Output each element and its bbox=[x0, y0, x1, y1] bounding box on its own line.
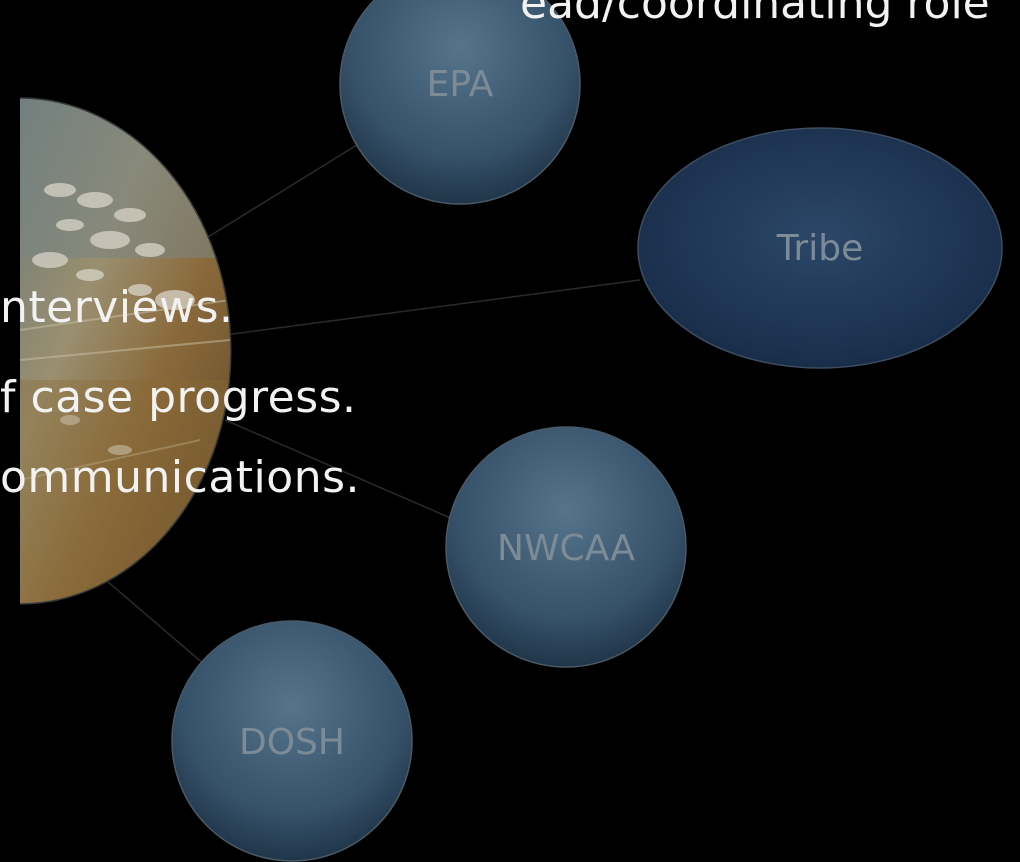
relationship-diagram bbox=[19, 0, 1003, 862]
node-label-tribe: Tribe bbox=[776, 228, 864, 269]
bullet-line-3: ommunications. bbox=[0, 452, 360, 503]
node-label-dosh: DOSH bbox=[239, 722, 345, 763]
node-label-epa: EPA bbox=[426, 64, 494, 105]
bullet-line-1: nterviews. bbox=[0, 282, 234, 333]
bullet-line-2: f case progress. bbox=[0, 372, 357, 423]
refinery-photo-icon bbox=[19, 97, 232, 605]
node-label-nwcaa: NWCAA bbox=[497, 528, 635, 569]
connector-tribe bbox=[224, 279, 641, 336]
connector-dosh bbox=[99, 574, 206, 666]
connector-epa bbox=[194, 139, 366, 246]
slide-heading-fragment: ead/coordinating role bbox=[520, 0, 990, 29]
